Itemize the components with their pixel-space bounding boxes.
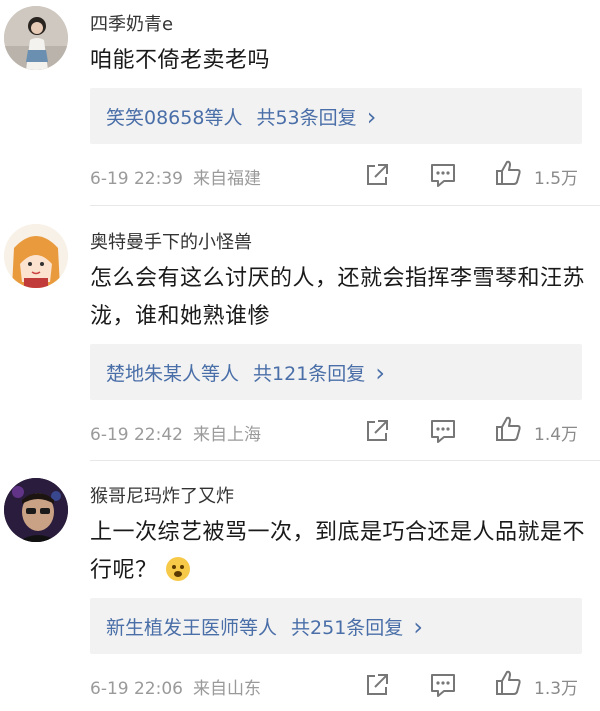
- thumbs-up-icon: [496, 670, 521, 695]
- location: 来自福建: [192, 169, 261, 189]
- comment-icon: [431, 164, 455, 187]
- comment-button[interactable]: [429, 162, 457, 190]
- comment-text-body: 上一次综艺被骂一次，到底是巧合还是人品就是不行呢？: [90, 520, 586, 583]
- comment-icon: [431, 674, 455, 697]
- replies-summary[interactable]: 新生植发王医师等人 共251条回复 ›: [90, 598, 582, 654]
- timestamp: 6-19 22:42: [90, 425, 183, 445]
- location: 来自上海: [192, 425, 261, 445]
- comment-meta: 6-19 22:39 来自福建: [90, 164, 261, 189]
- reply-count: 共121条回复: [253, 363, 366, 385]
- reply-count: 共251条回复: [291, 617, 404, 639]
- share-icon: [367, 674, 388, 695]
- avatar[interactable]: [4, 224, 68, 288]
- thumbs-up-icon: [496, 416, 521, 441]
- chevron-right-icon: ›: [366, 103, 377, 131]
- thumbs-up-icon: [496, 160, 521, 185]
- avatar[interactable]: [4, 478, 68, 542]
- comment-button[interactable]: [429, 672, 457, 700]
- replies-summary[interactable]: 楚地朱某人等人 共121条回复 ›: [90, 344, 582, 400]
- share-icon: [367, 420, 388, 441]
- share-button[interactable]: [364, 672, 390, 700]
- username[interactable]: 猴哥尼玛炸了又炸: [90, 482, 234, 508]
- share-icon: [367, 164, 388, 185]
- like-button[interactable]: [494, 669, 522, 697]
- replies-summary[interactable]: 笑笑08658等人 共53条回复 ›: [90, 88, 582, 144]
- divider: [90, 205, 600, 206]
- like-count: 1.3万: [534, 679, 579, 699]
- reply-users: 新生植发王医师等人: [106, 617, 278, 639]
- location: 来自山东: [192, 679, 261, 699]
- like-button[interactable]: [494, 415, 522, 443]
- comment-meta: 6-19 22:06 来自山东: [90, 674, 261, 699]
- username[interactable]: 四季奶青e: [90, 10, 173, 36]
- chevron-right-icon: ›: [375, 359, 385, 387]
- like-button[interactable]: [494, 159, 522, 187]
- username[interactable]: 奥特曼手下的小怪兽: [90, 228, 252, 254]
- comment-text: 怎么会有这么讨厌的人，还就会指挥李雪琴和汪苏泷，谁和她熟谁惨: [90, 266, 586, 329]
- comment-button[interactable]: [429, 418, 457, 446]
- like-count: 1.4万: [534, 425, 579, 445]
- share-button[interactable]: [364, 162, 390, 190]
- share-button[interactable]: [364, 418, 390, 446]
- divider: [90, 460, 600, 461]
- comment-meta: 6-19 22:42 来自上海: [90, 420, 261, 445]
- comment-icon: [431, 420, 455, 443]
- reply-users: 笑笑08658等人: [106, 107, 243, 129]
- reply-users: 楚地朱某人等人: [106, 363, 240, 385]
- avatar[interactable]: [4, 6, 68, 70]
- fearful-face-emoji: [165, 557, 190, 581]
- comment-text: 咱能不倚老卖老吗: [90, 48, 271, 73]
- timestamp: 6-19 22:39: [90, 169, 183, 189]
- like-count: 1.5万: [534, 169, 579, 189]
- chevron-right-icon: ›: [413, 613, 423, 641]
- timestamp: 6-19 22:06: [90, 679, 183, 699]
- reply-count: 共53条回复: [256, 107, 357, 129]
- comment-text: 上一次综艺被骂一次，到底是巧合还是人品就是不行呢？: [90, 514, 590, 590]
